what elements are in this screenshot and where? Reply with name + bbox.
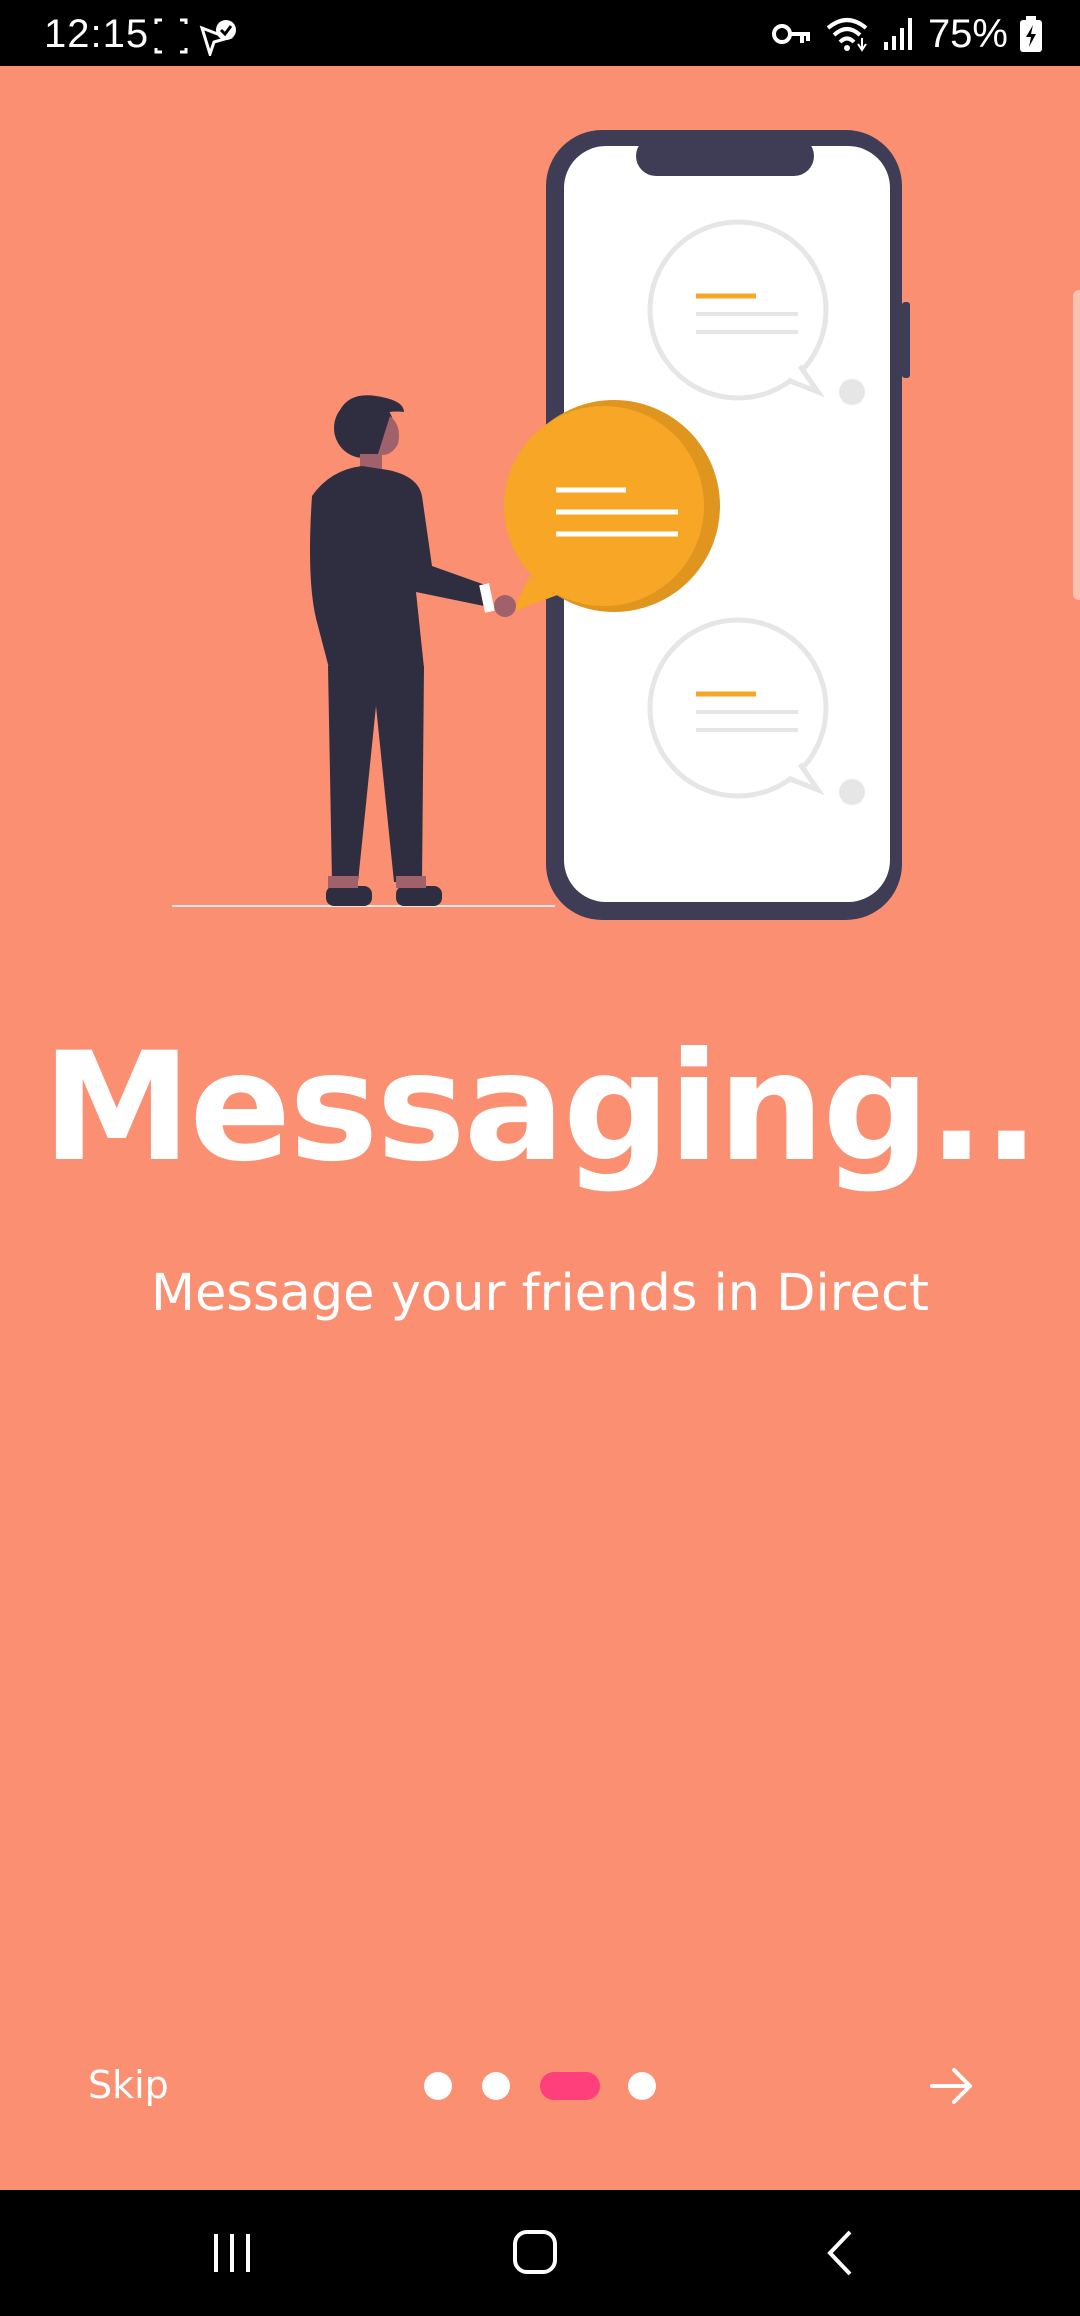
signal-icon bbox=[883, 18, 912, 50]
battery-charging-icon bbox=[1020, 16, 1042, 52]
vpn-key-icon bbox=[771, 24, 810, 44]
person-illustration bbox=[310, 395, 516, 906]
wifi-icon bbox=[826, 18, 868, 52]
edge-panel-handle[interactable] bbox=[1073, 290, 1080, 600]
page-dot-2[interactable] bbox=[482, 2072, 510, 2100]
battery-percent: 75% bbox=[927, 11, 1008, 56]
onboarding-title: Messaging.. bbox=[42, 1021, 1040, 1195]
recent-apps-icon[interactable] bbox=[162, 2190, 302, 2316]
system-navigation-bar bbox=[0, 2190, 1080, 2316]
next-arrow-icon[interactable] bbox=[928, 2062, 976, 2110]
page-dot-1[interactable] bbox=[424, 2072, 452, 2100]
skip-button[interactable]: Skip bbox=[88, 2062, 169, 2108]
screenshot-icon bbox=[154, 18, 236, 56]
page-indicator bbox=[420, 2072, 660, 2100]
page-dot-4[interactable] bbox=[628, 2072, 656, 2100]
chat-bubble-highlight-icon bbox=[504, 400, 720, 612]
home-icon[interactable] bbox=[465, 2190, 605, 2316]
back-icon[interactable] bbox=[770, 2190, 910, 2316]
status-time: 12:15 bbox=[44, 12, 150, 56]
location-check-icon bbox=[199, 20, 236, 56]
status-bar: 12:15 75% bbox=[0, 0, 1080, 66]
status-right-icons: 75% bbox=[771, 10, 1042, 58]
page-dot-3-active[interactable] bbox=[540, 2072, 600, 2100]
onboarding-subtitle: Message your friends in Direct bbox=[151, 1264, 929, 1323]
onboarding-illustration bbox=[172, 130, 910, 920]
